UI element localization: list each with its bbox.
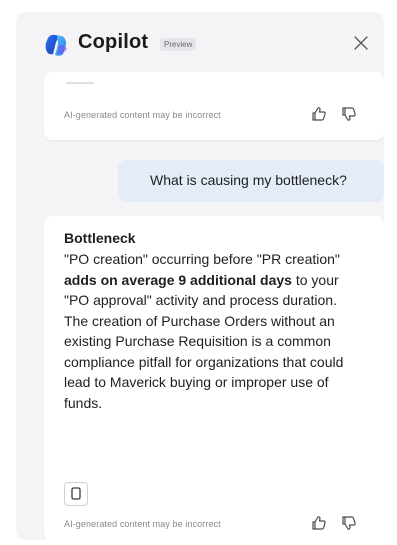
copilot-logo-icon (45, 34, 67, 56)
thumbs-down-icon[interactable] (340, 105, 358, 123)
assistant-message-previous: AI-generated content may be incorrect (44, 72, 384, 140)
user-message-text: What is causing my bottleneck? (150, 172, 347, 188)
user-message: What is causing my bottleneck? (118, 160, 384, 202)
thumbs-down-icon[interactable] (340, 514, 358, 532)
copy-icon (71, 487, 81, 500)
response-text-part: "PO creation" occurring before "PR creat… (64, 251, 340, 267)
preview-badge: Preview (160, 38, 197, 51)
response-text-emphasis: adds on average 9 additional days (64, 271, 292, 288)
thumbs-up-icon[interactable] (310, 514, 328, 532)
copilot-pane: Copilot Preview AI-generated content may… (16, 12, 384, 540)
response-title: Bottleneck (64, 230, 136, 246)
ai-disclaimer: AI-generated content may be incorrect (64, 110, 221, 120)
assistant-message-response: Bottleneck "PO creation" occurring befor… (44, 216, 384, 540)
response-text-part: to your "PO approval" activity and proce… (64, 271, 344, 411)
copilot-header: Copilot Preview (16, 12, 384, 72)
copy-button[interactable] (64, 482, 88, 506)
ai-disclaimer: AI-generated content may be incorrect (64, 519, 221, 529)
thumbs-up-icon[interactable] (310, 105, 328, 123)
truncated-content (66, 82, 94, 84)
app-title: Copilot (78, 31, 149, 53)
response-body: "PO creation" occurring before "PR creat… (64, 249, 364, 413)
close-icon[interactable] (352, 34, 370, 52)
